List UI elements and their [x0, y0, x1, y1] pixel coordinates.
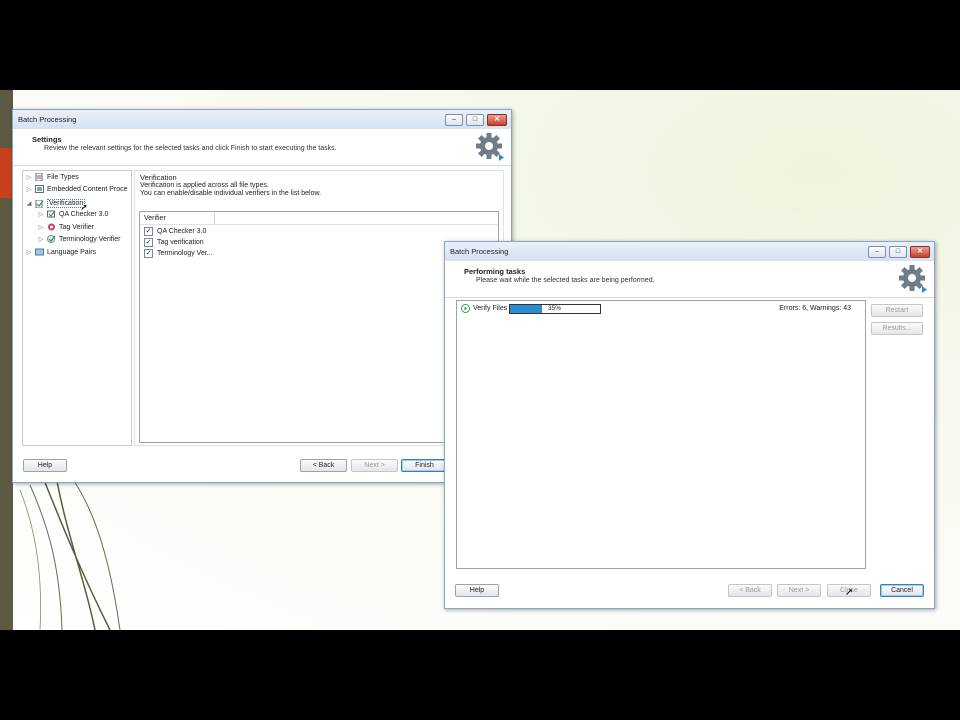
presentation-slide: Batch Processing – □ ✕ Settings Review t… — [0, 90, 960, 630]
section-description-line-2: You can enable/disable individual verifi… — [140, 190, 322, 197]
expand-arrow-icon[interactable]: ▷ — [38, 224, 44, 231]
tree-item-verification[interactable]: ◢ Verification ➚ — [26, 198, 96, 212]
cancel-button[interactable]: Cancel — [880, 584, 924, 597]
finish-button[interactable]: Finish — [401, 459, 448, 472]
task-status: Errors: 6, Warnings: 43 — [779, 305, 851, 312]
embedded-content-icon — [35, 185, 44, 193]
verifier-name: QA Checker 3.0 — [157, 228, 207, 235]
expand-arrow-icon[interactable]: ▷ — [26, 186, 32, 193]
task-progress-bar: 35% — [509, 304, 601, 314]
task-row[interactable]: Verify Files 35% Errors: 6, Warnings: 43 — [459, 303, 863, 314]
minimize-button[interactable]: – — [445, 114, 463, 126]
section-description-line-1: Verification is applied across all file … — [140, 182, 269, 189]
tree-item-label: File Types — [47, 173, 79, 181]
page-title: Performing tasks — [464, 267, 526, 276]
close-window-button[interactable]: ✕ — [910, 246, 930, 258]
task-list: Verify Files 35% Errors: 6, Warnings: 43 — [456, 300, 866, 569]
verifier-name: Terminology Ver... — [157, 250, 213, 257]
language-pairs-icon — [35, 248, 44, 256]
letterbox-top — [0, 0, 960, 90]
terminology-verifier-icon — [47, 235, 56, 243]
window-title: Batch Processing — [18, 115, 77, 124]
tree-item-label: Terminology Verifier — [59, 235, 121, 243]
column-header-filler — [215, 212, 498, 225]
results-button[interactable]: Results... — [871, 322, 923, 335]
letterbox-bottom — [0, 630, 960, 720]
page-subtitle: Please wait while the selected tasks are… — [476, 277, 655, 284]
back-button[interactable]: < Back — [728, 584, 772, 597]
verifier-row[interactable]: ✓ Tag verification — [144, 238, 204, 247]
mouse-cursor-icon: ➚ — [845, 587, 854, 598]
minimize-button[interactable]: – — [868, 246, 886, 258]
restart-button[interactable]: Restart — [871, 304, 923, 317]
page-title: Settings — [32, 135, 62, 144]
column-header-label: Verifier — [144, 215, 166, 222]
expand-arrow-icon[interactable]: ▷ — [38, 211, 44, 218]
checkbox-checked[interactable]: ✓ — [144, 249, 153, 258]
section-title: Verification — [140, 173, 177, 182]
expand-arrow-icon[interactable]: ▷ — [26, 249, 32, 256]
wizard-header: Performing tasks Please wait while the s… — [445, 261, 934, 298]
window-titlebar: Batch Processing – □ ✕ — [13, 110, 511, 130]
tree-item-label: QA Checker 3.0 — [59, 210, 109, 218]
tree-item-label: Language Pairs — [47, 248, 97, 256]
gear-icon — [899, 265, 927, 293]
tree-item-label: Embedded Content Proce — [47, 185, 128, 193]
verification-icon — [35, 199, 44, 208]
settings-tree: ▷ File Types ▷ Embedded Content Proce ◢ … — [22, 170, 132, 446]
window-title: Batch Processing — [450, 247, 509, 256]
collapse-arrow-icon[interactable]: ◢ — [26, 200, 32, 207]
verifier-name: Tag verification — [157, 239, 204, 246]
window-titlebar: Batch Processing – □ ✕ — [445, 242, 934, 262]
play-icon — [461, 304, 470, 313]
maximize-button[interactable]: □ — [466, 114, 484, 126]
checkbox-checked[interactable]: ✓ — [144, 238, 153, 247]
tree-item-terminology-verifier[interactable]: ▷ Terminology Verifier — [38, 235, 120, 243]
next-button[interactable]: Next > — [777, 584, 821, 597]
next-button[interactable]: Next > — [351, 459, 398, 472]
verifier-row[interactable]: ✓ Terminology Ver... — [144, 249, 213, 258]
task-progress-fill — [510, 305, 542, 313]
expand-arrow-icon[interactable]: ▷ — [38, 236, 44, 243]
verifier-row[interactable]: ✓ QA Checker 3.0 — [144, 227, 206, 236]
gear-icon — [476, 133, 504, 161]
progress-percent: 35% — [548, 305, 562, 312]
qa-checker-icon — [47, 210, 56, 218]
wizard-header: Settings Review the relevant settings fo… — [13, 129, 511, 166]
verifier-column-header[interactable]: Verifier — [140, 212, 215, 225]
expand-arrow-icon[interactable]: ▷ — [26, 174, 32, 181]
help-button[interactable]: Help — [23, 459, 67, 472]
task-name: Verify Files — [473, 305, 508, 312]
help-button[interactable]: Help — [455, 584, 499, 597]
checkbox-checked[interactable]: ✓ — [144, 227, 153, 236]
maximize-button[interactable]: □ — [889, 246, 907, 258]
tree-item-qa-checker[interactable]: ▷ QA Checker 3.0 — [38, 210, 108, 218]
close-window-button[interactable]: ✕ — [487, 114, 507, 126]
file-types-icon — [35, 173, 43, 181]
tree-item-tag-verifier[interactable]: ▷ Tag Verifier — [38, 223, 94, 231]
batch-processing-progress-window: Batch Processing – □ ✕ Performing tasks … — [444, 241, 935, 609]
page-subtitle: Review the relevant settings for the sel… — [44, 145, 337, 152]
tree-item-language-pairs[interactable]: ▷ Language Pairs — [26, 248, 96, 256]
tree-item-embedded-content[interactable]: ▷ Embedded Content Proce — [26, 185, 128, 193]
batch-processing-settings-window: Batch Processing – □ ✕ Settings Review t… — [12, 109, 512, 483]
tree-item-file-types[interactable]: ▷ File Types — [26, 173, 79, 181]
tag-verifier-icon — [48, 223, 55, 231]
back-button[interactable]: < Back — [300, 459, 347, 472]
tree-item-label: Tag Verifier — [59, 223, 95, 231]
